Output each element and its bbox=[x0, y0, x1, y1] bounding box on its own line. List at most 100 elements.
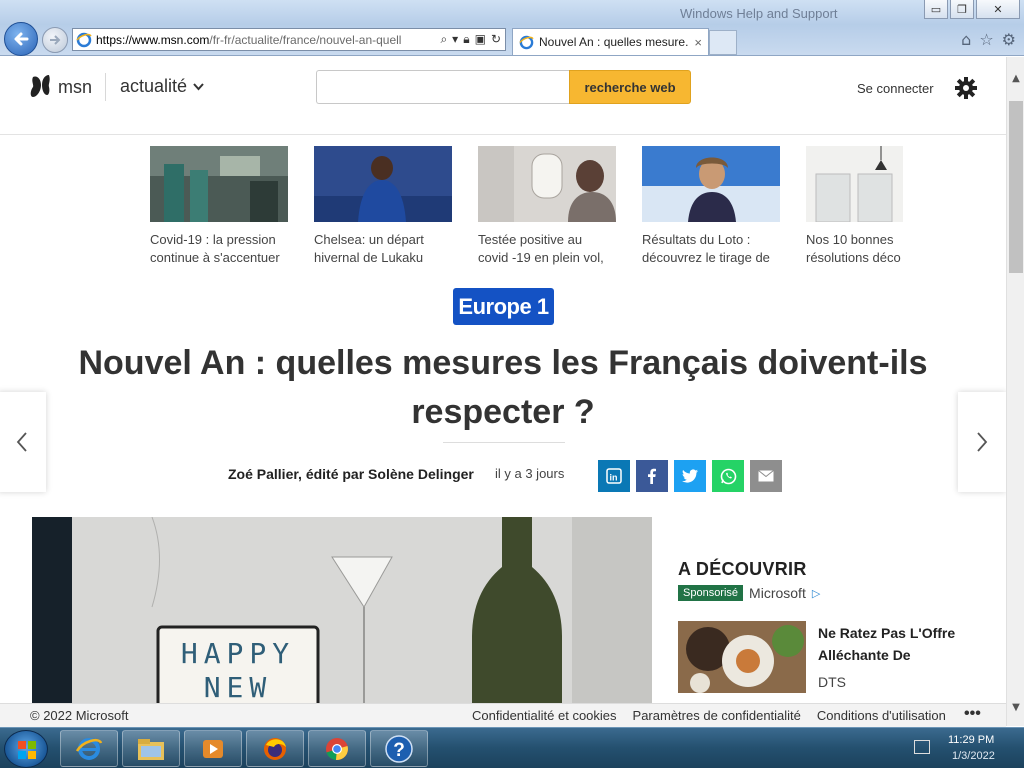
internet-explorer-icon bbox=[75, 737, 103, 760]
card-title: Testée positive au covid -19 en plein vo… bbox=[478, 232, 604, 265]
folder-icon bbox=[138, 738, 164, 760]
search-button[interactable]: recherche web bbox=[569, 70, 691, 104]
url-path: /fr-fr/actualite/france/nouvel-an-quell bbox=[209, 32, 402, 47]
arrow-right-icon bbox=[50, 35, 61, 45]
privacy-settings-link[interactable]: Paramètres de confidentialité bbox=[633, 708, 801, 723]
taskbar-internet-explorer[interactable] bbox=[60, 730, 118, 767]
search-icon[interactable]: ⌕ bbox=[440, 32, 447, 47]
headline-divider bbox=[443, 442, 565, 443]
news-card[interactable]: Testée positive au covid -19 en plein vo… bbox=[478, 146, 616, 267]
privacy-cookies-link[interactable]: Confidentialité et cookies bbox=[472, 708, 617, 723]
scroll-up-icon[interactable]: ▲ bbox=[1007, 69, 1024, 87]
article-headline: Nouvel An : quelles mesures les Français… bbox=[78, 344, 928, 431]
tab-title: Nouvel An : quelles mesure... bbox=[539, 35, 690, 49]
whatsapp-share-button[interactable] bbox=[712, 460, 744, 492]
sponsor-row: Sponsorisé Microsoft ▷ bbox=[678, 585, 820, 601]
ie-favicon-icon bbox=[76, 32, 92, 47]
taskbar-file-explorer[interactable] bbox=[122, 730, 180, 767]
chevron-down-icon bbox=[193, 82, 204, 90]
clock-time[interactable]: 11:29 PM bbox=[948, 734, 994, 746]
sponsored-badge: Sponsorisé bbox=[678, 585, 744, 601]
taskbar-media-player[interactable] bbox=[184, 730, 242, 767]
sponsor-name[interactable]: Microsoft bbox=[749, 585, 806, 601]
web-search: recherche web bbox=[316, 70, 691, 104]
ad-title[interactable]: Ne Ratez Pas L'Offre Alléchante De bbox=[818, 622, 988, 666]
firefox-icon bbox=[264, 737, 286, 760]
forward-button[interactable] bbox=[42, 27, 68, 53]
ad-food-photo[interactable] bbox=[678, 621, 806, 693]
section-dropdown[interactable]: actualité bbox=[120, 76, 204, 97]
back-button[interactable] bbox=[4, 22, 38, 56]
facebook-share-button[interactable] bbox=[636, 460, 668, 492]
maximize-button[interactable]: ❐ bbox=[950, 0, 974, 19]
chevron-right-icon bbox=[977, 432, 988, 452]
airplane-passenger-photo bbox=[478, 146, 616, 222]
url-host: https://www.msn.com bbox=[96, 32, 210, 47]
terms-link[interactable]: Conditions d'utilisation bbox=[817, 708, 946, 723]
news-card[interactable]: Nos 10 bonnes résolutions déco bbox=[806, 146, 944, 267]
favorites-star-icon[interactable]: ☆ bbox=[979, 30, 993, 49]
news-card[interactable]: Chelsea: un départ hivernal de Lukaku n'… bbox=[314, 146, 452, 267]
discover-heading: A DÉCOUVRIR bbox=[678, 559, 807, 579]
clock-date[interactable]: 1/3/2022 bbox=[952, 750, 995, 762]
taskbar-firefox[interactable] bbox=[246, 730, 304, 767]
card-title: Nos 10 bonnes résolutions déco bbox=[806, 232, 901, 265]
ie-favicon-icon bbox=[519, 35, 534, 49]
svg-text:in: in bbox=[610, 473, 618, 483]
adchoices-icon[interactable]: ▷ bbox=[812, 587, 820, 600]
news-carousel: Covid-19 : la pression continue à s'acce… bbox=[150, 146, 944, 267]
news-card[interactable]: Covid-19 : la pression continue à s'acce… bbox=[150, 146, 288, 267]
address-url[interactable]: https://www.msn.com/fr-fr/actualite/fran… bbox=[96, 33, 436, 47]
windows-taskbar: ? 11:29 PM 1/3/2022 bbox=[0, 727, 1024, 768]
email-share-button[interactable] bbox=[750, 460, 782, 492]
hospital-ward-photo bbox=[150, 146, 288, 222]
facebook-icon bbox=[648, 468, 656, 484]
tab-close-icon[interactable]: × bbox=[694, 35, 708, 50]
footballer-photo bbox=[314, 146, 452, 222]
linkedin-icon: in bbox=[606, 468, 622, 484]
page-scrollbar[interactable]: ▲ ▼ bbox=[1006, 57, 1024, 726]
twitter-share-button[interactable] bbox=[674, 460, 706, 492]
lock-icon[interactable]: 🔒︎ bbox=[463, 32, 469, 47]
tools-gear-icon[interactable]: ⚙ bbox=[1002, 30, 1016, 49]
signin-link[interactable]: Se connecter bbox=[857, 81, 934, 96]
refresh-icon[interactable]: ↻ bbox=[491, 32, 501, 47]
background-window-title: Windows Help and Support bbox=[680, 6, 838, 21]
card-title: Chelsea: un départ hivernal de Lukaku n'… bbox=[314, 232, 424, 265]
browser-toolbar-icons: ⌂ ☆ ⚙ bbox=[961, 30, 1016, 49]
copyright-text: © 2022 Microsoft bbox=[30, 708, 129, 723]
dropdown-icon[interactable]: ▾ bbox=[452, 32, 458, 47]
new-tab-button[interactable] bbox=[709, 30, 737, 55]
msn-butterfly-icon bbox=[30, 75, 50, 97]
start-button[interactable] bbox=[4, 730, 48, 768]
network-icon[interactable] bbox=[914, 740, 930, 754]
previous-article-button[interactable] bbox=[0, 392, 46, 492]
compatibility-icon[interactable]: ▣ bbox=[475, 32, 486, 47]
whatsapp-icon bbox=[720, 468, 736, 484]
taskbar-help-and-support[interactable]: ? bbox=[370, 730, 428, 767]
home-icon[interactable]: ⌂ bbox=[961, 30, 971, 49]
minimize-button[interactable]: ▭ bbox=[924, 0, 948, 19]
chevron-left-icon bbox=[16, 432, 27, 452]
msn-header: msn actualité recherche web Se connecter bbox=[0, 57, 1006, 135]
close-window-button[interactable]: ✕ bbox=[976, 0, 1020, 19]
email-icon bbox=[758, 470, 774, 482]
section-label: actualité bbox=[120, 76, 188, 96]
news-card[interactable]: Résultats du Loto : découvrez le tirage … bbox=[642, 146, 780, 267]
address-bar[interactable]: https://www.msn.com/fr-fr/actualite/fran… bbox=[72, 28, 506, 51]
share-buttons: in bbox=[598, 460, 782, 492]
scroll-down-icon[interactable]: ▼ bbox=[1007, 698, 1024, 716]
taskbar-chrome[interactable] bbox=[308, 730, 366, 767]
settings-gear-icon[interactable] bbox=[954, 76, 978, 100]
europe1-logo[interactable]: Europe 1 bbox=[453, 288, 554, 325]
logo-text: msn bbox=[58, 76, 93, 97]
header-divider bbox=[105, 73, 106, 101]
help-icon: ? bbox=[385, 734, 413, 763]
msn-logo[interactable]: msn bbox=[30, 73, 92, 101]
scroll-thumb[interactable] bbox=[1009, 101, 1023, 273]
more-options-icon[interactable]: ••• bbox=[964, 705, 981, 723]
search-input[interactable] bbox=[316, 70, 569, 104]
next-article-button[interactable] bbox=[958, 392, 1006, 492]
tab-active[interactable]: Nouvel An : quelles mesure... × bbox=[512, 28, 709, 55]
linkedin-share-button[interactable]: in bbox=[598, 460, 630, 492]
